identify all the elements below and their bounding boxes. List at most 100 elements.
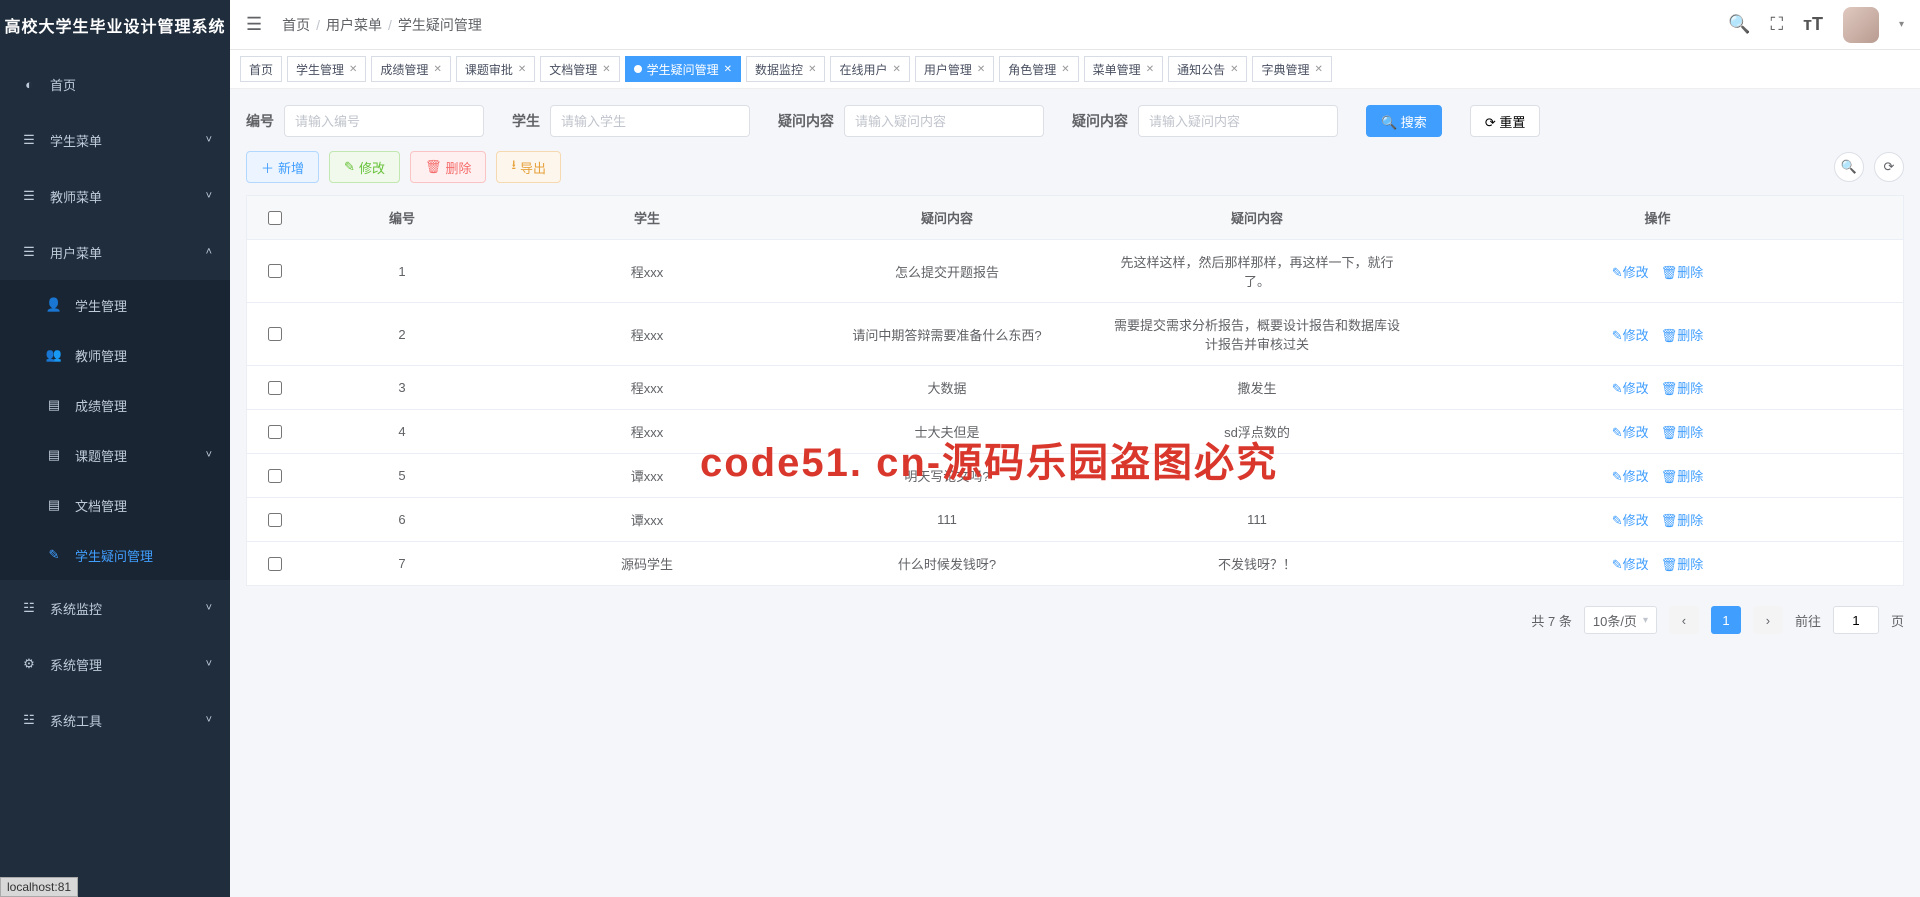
app-title: 高校大学生毕业设计管理系统 bbox=[0, 0, 230, 56]
fontsize-icon[interactable]: ᴛT bbox=[1803, 14, 1823, 35]
tab-label: 课题审批 bbox=[465, 61, 513, 78]
table-row: 7 源码学生 什么时候发钱呀? 不发钱呀？！ ✎修改 🗑删除 bbox=[247, 542, 1903, 585]
search-icon[interactable]: 🔍 bbox=[1728, 14, 1750, 35]
close-icon[interactable]: ✕ bbox=[977, 64, 985, 75]
add-button[interactable]: ＋ 新增 bbox=[246, 151, 319, 183]
tab[interactable]: 字典管理✕ bbox=[1252, 56, 1331, 82]
table-row: 2 程xxx 请问中期答辩需要准备什么东西? 需要提交需求分析报告，概要设计报告… bbox=[247, 303, 1903, 366]
menu-label: 学生管理 bbox=[75, 296, 127, 315]
row-delete-button[interactable]: 🗑删除 bbox=[1661, 378, 1704, 397]
close-icon[interactable]: ✕ bbox=[1230, 64, 1238, 75]
tab[interactable]: 菜单管理✕ bbox=[1084, 56, 1163, 82]
row-edit-button[interactable]: ✎修改 bbox=[1612, 422, 1649, 441]
close-icon[interactable]: ✕ bbox=[1146, 64, 1154, 75]
total-text: 共 7 条 bbox=[1531, 611, 1571, 630]
page-number[interactable]: 1 bbox=[1711, 606, 1741, 634]
close-icon[interactable]: ✕ bbox=[1061, 64, 1069, 75]
row-checkbox[interactable] bbox=[268, 327, 282, 341]
sidebar-item[interactable]: ☳系统工具˅ bbox=[0, 692, 230, 748]
close-icon[interactable]: ✕ bbox=[1315, 64, 1323, 75]
select-all-checkbox[interactable] bbox=[268, 211, 282, 225]
sidebar-subitem[interactable]: ▤课题管理˅ bbox=[0, 430, 230, 480]
close-icon[interactable]: ✕ bbox=[892, 64, 900, 75]
sidebar-subitem[interactable]: ▤文档管理 bbox=[0, 480, 230, 530]
tab[interactable]: 课题审批 ✕ bbox=[456, 56, 535, 82]
prev-page-button[interactable]: ‹ bbox=[1669, 606, 1699, 634]
goto-page-input[interactable] bbox=[1833, 606, 1879, 634]
close-icon[interactable]: ✕ bbox=[724, 64, 732, 75]
search-button[interactable]: 🔍 搜索 bbox=[1366, 105, 1442, 137]
cell-answer bbox=[1102, 454, 1412, 497]
page-size-select[interactable]: 10条/页 ▾ bbox=[1584, 606, 1657, 634]
breadcrumb-item[interactable]: 用户菜单 bbox=[326, 15, 382, 35]
sidebar-subitem[interactable]: 👤学生管理 bbox=[0, 280, 230, 330]
row-checkbox[interactable] bbox=[268, 557, 282, 571]
tab[interactable]: 学生疑问管理✕ bbox=[625, 56, 741, 82]
row-edit-button[interactable]: ✎修改 bbox=[1612, 262, 1649, 281]
reset-button[interactable]: ⟳ 重置 bbox=[1470, 105, 1541, 137]
tab[interactable]: 成绩管理✕ bbox=[371, 56, 450, 82]
row-checkbox[interactable] bbox=[268, 469, 282, 483]
sidebar-item[interactable]: ☰学生菜单˅ bbox=[0, 112, 230, 168]
search-input[interactable] bbox=[284, 105, 484, 137]
menu-label: 系统监控 bbox=[50, 599, 102, 618]
tab[interactable]: 通知公告✕ bbox=[1168, 56, 1247, 82]
row-checkbox[interactable] bbox=[268, 381, 282, 395]
row-checkbox[interactable] bbox=[268, 425, 282, 439]
menu-label: 用户菜单 bbox=[50, 243, 102, 262]
tab[interactable]: 角色管理✕ bbox=[999, 56, 1078, 82]
tab-label: 用户管理 bbox=[924, 61, 972, 78]
tab[interactable]: 文档管理✕ bbox=[540, 56, 619, 82]
refresh-icon[interactable]: ⟳ bbox=[1874, 152, 1904, 182]
row-edit-button[interactable]: ✎修改 bbox=[1612, 325, 1649, 344]
row-edit-button[interactable]: ✎修改 bbox=[1612, 510, 1649, 529]
search-input[interactable] bbox=[1138, 105, 1338, 137]
statusbar: localhost:81 bbox=[0, 877, 78, 897]
row-delete-button[interactable]: 🗑删除 bbox=[1661, 554, 1704, 573]
tab[interactable]: 学生管理✕ bbox=[287, 56, 366, 82]
row-delete-button[interactable]: 🗑删除 bbox=[1661, 325, 1704, 344]
tab[interactable]: 首页 bbox=[240, 56, 282, 82]
close-icon[interactable]: ✕ bbox=[602, 64, 610, 75]
tab[interactable]: 用户管理 ✕ bbox=[915, 56, 994, 82]
close-icon[interactable]: ✕ bbox=[433, 64, 441, 75]
user-dropdown-icon[interactable]: ▾ bbox=[1899, 19, 1904, 30]
tab[interactable]: 数据监控✕ bbox=[746, 56, 825, 82]
sidebar-subitem[interactable]: ▤成绩管理 bbox=[0, 380, 230, 430]
close-icon[interactable]: ✕ bbox=[349, 64, 357, 75]
search-toggle-icon[interactable]: 🔍 bbox=[1834, 152, 1864, 182]
fullscreen-icon[interactable]: ⛶ bbox=[1771, 14, 1784, 35]
row-edit-button[interactable]: ✎修改 bbox=[1612, 378, 1649, 397]
row-delete-button[interactable]: 🗑删除 bbox=[1661, 422, 1704, 441]
sidebar-item[interactable]: ☳系统监控˅ bbox=[0, 580, 230, 636]
row-delete-button[interactable]: 🗑删除 bbox=[1661, 510, 1704, 529]
delete-button[interactable]: 🗑 删除 bbox=[410, 151, 487, 183]
sidebar-item[interactable]: ⚙系统管理˅ bbox=[0, 636, 230, 692]
export-button[interactable]: ⭳ 导出 bbox=[496, 151, 561, 183]
search-input[interactable] bbox=[550, 105, 750, 137]
hamburger-icon[interactable]: ☰ bbox=[246, 14, 262, 35]
close-icon[interactable]: ✕ bbox=[808, 64, 816, 75]
sidebar-item[interactable]: ◐首页 bbox=[0, 56, 230, 112]
row-checkbox[interactable] bbox=[268, 264, 282, 278]
header: ☰ 首页 / 用户菜单 / 学生疑问管理 🔍 ⛶ ᴛT ▾ bbox=[230, 0, 1920, 50]
row-edit-button[interactable]: ✎修改 bbox=[1612, 554, 1649, 573]
menu-label: 成绩管理 bbox=[75, 396, 127, 415]
next-page-button[interactable]: › bbox=[1753, 606, 1783, 634]
search-bar: 编号学生疑问内容疑问内容🔍 搜索⟳ 重置 bbox=[246, 105, 1904, 137]
avatar[interactable] bbox=[1843, 7, 1879, 43]
breadcrumb-item[interactable]: 首页 bbox=[282, 15, 310, 35]
row-delete-button[interactable]: 🗑删除 bbox=[1661, 262, 1704, 281]
row-edit-button[interactable]: ✎修改 bbox=[1612, 466, 1649, 485]
edit-button[interactable]: ✎ 修改 bbox=[329, 151, 400, 183]
sidebar-item[interactable]: ☰用户菜单˄ bbox=[0, 224, 230, 280]
close-icon[interactable]: ✕ bbox=[518, 64, 526, 75]
sidebar-item[interactable]: ☰教师菜单˅ bbox=[0, 168, 230, 224]
row-checkbox[interactable] bbox=[268, 513, 282, 527]
row-delete-button[interactable]: 🗑删除 bbox=[1661, 466, 1704, 485]
sidebar-subitem[interactable]: 👥教师管理 bbox=[0, 330, 230, 380]
search-input[interactable] bbox=[844, 105, 1044, 137]
tab-label: 在线用户 bbox=[839, 61, 887, 78]
tab[interactable]: 在线用户 ✕ bbox=[830, 56, 909, 82]
sidebar-subitem[interactable]: ✎学生疑问管理 bbox=[0, 530, 230, 580]
